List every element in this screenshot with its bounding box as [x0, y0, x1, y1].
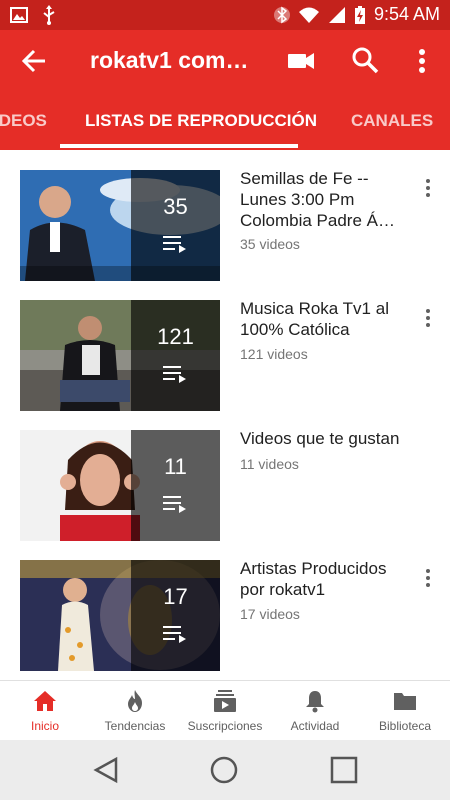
tab-bar: IDEOS LISTAS DE REPRODUCCIÓN CANALES	[0, 92, 450, 150]
video-count: 35	[163, 194, 188, 219]
wifi-icon	[298, 7, 319, 23]
playlist-video-count: 17 videos	[240, 606, 300, 622]
tab-videos[interactable]: IDEOS	[0, 111, 47, 131]
nav-subscriptions[interactable]: Suscripciones	[180, 681, 270, 741]
more-vert-icon[interactable]	[420, 177, 436, 199]
nav-home[interactable]: Inicio	[0, 681, 90, 741]
playlist-overlay: 35	[131, 170, 220, 281]
tab-channels[interactable]: CANALES	[351, 111, 433, 131]
nav-activity[interactable]: Actividad	[270, 681, 360, 741]
playlist-icon	[163, 626, 186, 643]
subscriptions-icon	[214, 690, 236, 712]
channel-title: rokatv1 com…	[90, 47, 249, 73]
playlist-thumbnail[interactable]: 17	[20, 560, 220, 671]
bell-icon	[306, 691, 324, 713]
home-circle-icon[interactable]	[210, 756, 238, 784]
bottom-nav: Inicio Tendencias Suscripciones Activida…	[0, 680, 450, 741]
nav-label: Biblioteca	[378, 719, 432, 733]
search-icon[interactable]	[350, 45, 380, 75]
bluetooth-icon	[273, 6, 290, 23]
playlist-icon	[163, 366, 186, 383]
nav-library[interactable]: Biblioteca	[360, 681, 450, 741]
status-time: 9:54 AM	[373, 4, 440, 24]
home-icon	[34, 691, 56, 711]
playlist-title: Musica Roka Tv1 al 100% Católica	[240, 299, 389, 339]
status-bar: 9:54 AM	[0, 0, 450, 30]
video-count: 11	[164, 454, 187, 479]
back-triangle-icon[interactable]	[92, 756, 120, 784]
playlist-video-count: 121 videos	[240, 346, 308, 362]
list-item[interactable]: 35 Semillas de Fe -- Lunes 3:00 Pm Colom…	[0, 150, 450, 281]
playlist-title: Artistas Producidos por rokatv1	[240, 559, 387, 599]
video-count: 17	[163, 584, 188, 609]
recents-square-icon[interactable]	[330, 756, 358, 784]
playlist-title: Semillas de Fe -- Lunes 3:00 Pm Colombia…	[240, 169, 395, 230]
playlist-title: Videos que te gustan	[240, 429, 400, 448]
playlist-thumbnail[interactable]: 11	[20, 430, 220, 541]
folder-icon	[394, 693, 416, 710]
list-item[interactable]: 121 Musica Roka Tv1 al 100% Católica 121…	[0, 280, 450, 411]
more-vert-icon[interactable]	[420, 567, 436, 589]
more-vert-icon[interactable]	[420, 307, 436, 329]
nav-trending[interactable]: Tendencias	[90, 681, 180, 741]
image-icon	[10, 7, 28, 23]
flame-icon	[128, 690, 142, 712]
list-item[interactable]: 11 Videos que te gustan 11 videos	[0, 410, 450, 541]
back-arrow-icon[interactable]	[20, 46, 50, 76]
tab-indicator	[60, 144, 298, 148]
app-bar: rokatv1 com…	[0, 30, 450, 92]
playlist-video-count: 35 videos	[240, 236, 300, 252]
playlist-icon	[163, 236, 186, 253]
signal-icon	[328, 6, 345, 23]
playlist-overlay: 121	[131, 300, 220, 411]
usb-icon	[43, 5, 55, 25]
playlist-overlay: 11	[131, 430, 220, 541]
playlist-thumbnail[interactable]: 35	[20, 170, 220, 281]
playlist-thumbnail[interactable]: 121	[20, 300, 220, 411]
system-nav-bar	[0, 740, 450, 800]
tab-playlists[interactable]: LISTAS DE REPRODUCCIÓN	[85, 111, 317, 131]
camera-icon[interactable]	[286, 46, 316, 76]
list-item[interactable]: 17 Artistas Producidos por rokatv1 17 vi…	[0, 540, 450, 671]
playlist-icon	[163, 496, 186, 513]
battery-icon	[354, 5, 365, 24]
more-vert-icon[interactable]	[410, 45, 434, 77]
playlist-video-count: 11 videos	[240, 456, 299, 472]
video-count: 121	[157, 324, 194, 349]
playlist-overlay: 17	[131, 560, 220, 671]
playlist-list: 35 Semillas de Fe -- Lunes 3:00 Pm Colom…	[0, 150, 450, 680]
